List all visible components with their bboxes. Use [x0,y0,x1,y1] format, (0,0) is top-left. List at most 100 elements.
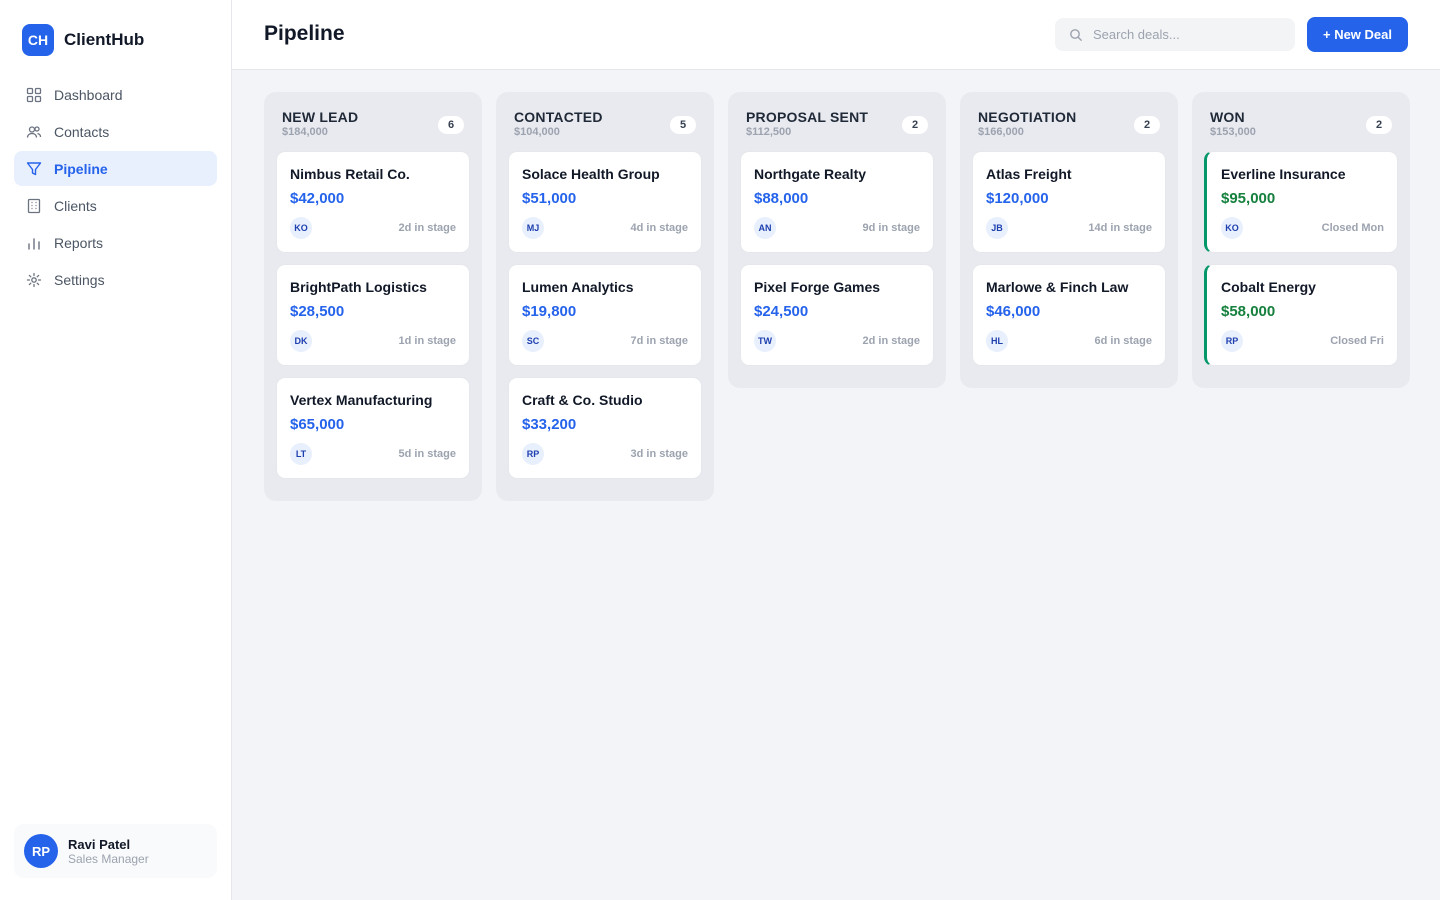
deal-card[interactable]: BrightPath Logistics $28,500 DK 1d in stage [276,264,470,366]
deal-card[interactable]: Cobalt Energy $58,000 RP Closed Fri [1204,264,1398,366]
deal-card[interactable]: Nimbus Retail Co. $42,000 KO 2d in stage [276,151,470,253]
deal-meta: 2d in stage [398,222,456,234]
owner-avatar: AN [754,217,776,239]
pipeline-column: PROPOSAL SENT $112,500 2 Northgate Realty $8… [728,92,946,388]
deal-meta: Closed Mon [1321,222,1384,234]
deal-meta: 3d in stage [630,448,688,460]
page-title: Pipeline [264,22,345,45]
owner-avatar: KO [290,217,312,239]
column-count-badge: 2 [1366,116,1392,134]
column-header: NEW LEAD $184,000 6 [276,92,470,151]
deal-footer: JB 14d in stage [986,217,1152,239]
deal-card[interactable]: Vertex Manufacturing $65,000 LT 5d in stage [276,377,470,479]
owner-avatar: LT [290,443,312,465]
owner-avatar: TW [754,330,776,352]
deal-meta: 4d in stage [630,222,688,234]
deal-value: $58,000 [1221,303,1276,320]
column-count-badge: 2 [1134,116,1160,134]
deal-card[interactable]: Atlas Freight $120,000 JB 14d in stage [972,151,1166,253]
sidebar-item-label: Contacts [54,123,110,140]
users-icon [26,124,42,140]
sidebar-item-label: Pipeline [54,160,108,177]
deal-footer: RP Closed Fri [1221,330,1384,352]
sidebar-item-contacts[interactable]: Contacts [14,114,217,149]
deal-value: $42,000 [290,190,345,207]
deal-card[interactable]: Craft & Co. Studio $33,200 RP 3d in stage [508,377,702,479]
sidebar-item-label: Reports [54,234,104,251]
deal-name: Cobalt Energy [1221,279,1316,295]
search-input[interactable] [1093,27,1283,42]
deal-meta: 9d in stage [862,222,920,234]
deal-footer: SC 7d in stage [522,330,688,352]
column-header: PROPOSAL SENT $112,500 2 [740,92,934,151]
deal-footer: DK 1d in stage [290,330,456,352]
sidebar-item-reports[interactable]: Reports [14,225,217,260]
sidebar-item-dashboard[interactable]: Dashboard [14,77,217,112]
deal-meta: 7d in stage [630,335,688,347]
column-count-badge: 6 [438,116,464,134]
deal-meta: 14d in stage [1088,222,1152,234]
deal-value: $120,000 [986,190,1049,207]
deal-value: $65,000 [290,416,345,433]
owner-avatar: JB [986,217,1008,239]
sidebar-item-pipeline[interactable]: Pipeline [14,151,217,186]
deal-card[interactable]: Marlowe & Finch Law $46,000 HL 6d in stage [972,264,1166,366]
deal-footer: LT 5d in stage [290,443,456,465]
owner-avatar: KO [1221,217,1243,239]
sidebar-item-label: Clients [54,197,97,214]
deal-name: Pixel Forge Games [754,279,881,295]
sidebar-item-settings[interactable]: Settings [14,262,217,297]
column-count-badge: 2 [902,116,928,134]
column-header: NEGOTIATION $166,000 2 [972,92,1166,151]
deal-footer: KO Closed Mon [1221,217,1384,239]
deal-name: Vertex Manufacturing [290,392,433,408]
brand-logo: CH [22,24,54,56]
header: Pipeline + New Deal [232,0,1440,70]
brand-name: ClientHub [64,30,145,49]
pipeline-board: NEW LEAD $184,000 6 Nimbus Retail Co. $42,00… [264,92,1410,501]
pipeline-column: NEW LEAD $184,000 6 Nimbus Retail Co. $42,00… [264,92,482,501]
deal-value: $95,000 [1221,190,1276,207]
deal-footer: KO 2d in stage [290,217,456,239]
deal-card[interactable]: Northgate Realty $88,000 AN 9d in stage [740,151,934,253]
deal-name: Northgate Realty [754,166,867,182]
deal-name: Craft & Co. Studio [522,392,643,408]
deal-name: Nimbus Retail Co. [290,166,410,182]
search-box[interactable] [1055,18,1295,51]
deal-card[interactable]: Pixel Forge Games $24,500 TW 2d in stage [740,264,934,366]
new-deal-button[interactable]: + New Deal [1307,17,1408,52]
deal-name: Everline Insurance [1221,166,1346,182]
deal-name: Lumen Analytics [522,279,634,295]
brand[interactable]: CH ClientHub [22,24,144,56]
deal-name: Marlowe & Finch Law [986,279,1129,295]
owner-avatar: MJ [522,217,544,239]
deal-value: $51,000 [522,190,577,207]
deal-card[interactable]: Everline Insurance $95,000 KO Closed Mon [1204,151,1398,253]
deal-card[interactable]: Lumen Analytics $19,800 SC 7d in stage [508,264,702,366]
bar-chart-icon [26,235,42,251]
deal-value: $24,500 [754,303,809,320]
sidebar: CH ClientHub Dashboard Contacts Pipeline [0,0,232,900]
sidebar-item-clients[interactable]: Clients [14,188,217,223]
deal-card[interactable]: Solace Health Group $51,000 MJ 4d in stage [508,151,702,253]
deal-value: $46,000 [986,303,1041,320]
sidebar-nav: Dashboard Contacts Pipeline Clients Repo… [14,77,217,299]
user-role: Sales Manager [68,851,149,866]
deal-name: Solace Health Group [522,166,660,182]
owner-avatar: SC [522,330,544,352]
pipeline-column: NEGOTIATION $166,000 2 Atlas Freight $120,00… [960,92,1178,388]
grid-icon [26,87,42,103]
gear-icon [26,272,42,288]
user-profile[interactable]: RP Ravi Patel Sales Manager [14,824,217,878]
deal-meta: Closed Fri [1330,335,1384,347]
deal-footer: MJ 4d in stage [522,217,688,239]
deal-footer: TW 2d in stage [754,330,920,352]
sidebar-item-label: Dashboard [54,86,123,103]
owner-avatar: DK [290,330,312,352]
deal-value: $88,000 [754,190,809,207]
deal-meta: 5d in stage [398,448,456,460]
owner-avatar: RP [1221,330,1243,352]
column-count-badge: 5 [670,116,696,134]
deal-value: $33,200 [522,416,577,433]
sidebar-item-label: Settings [54,271,105,288]
